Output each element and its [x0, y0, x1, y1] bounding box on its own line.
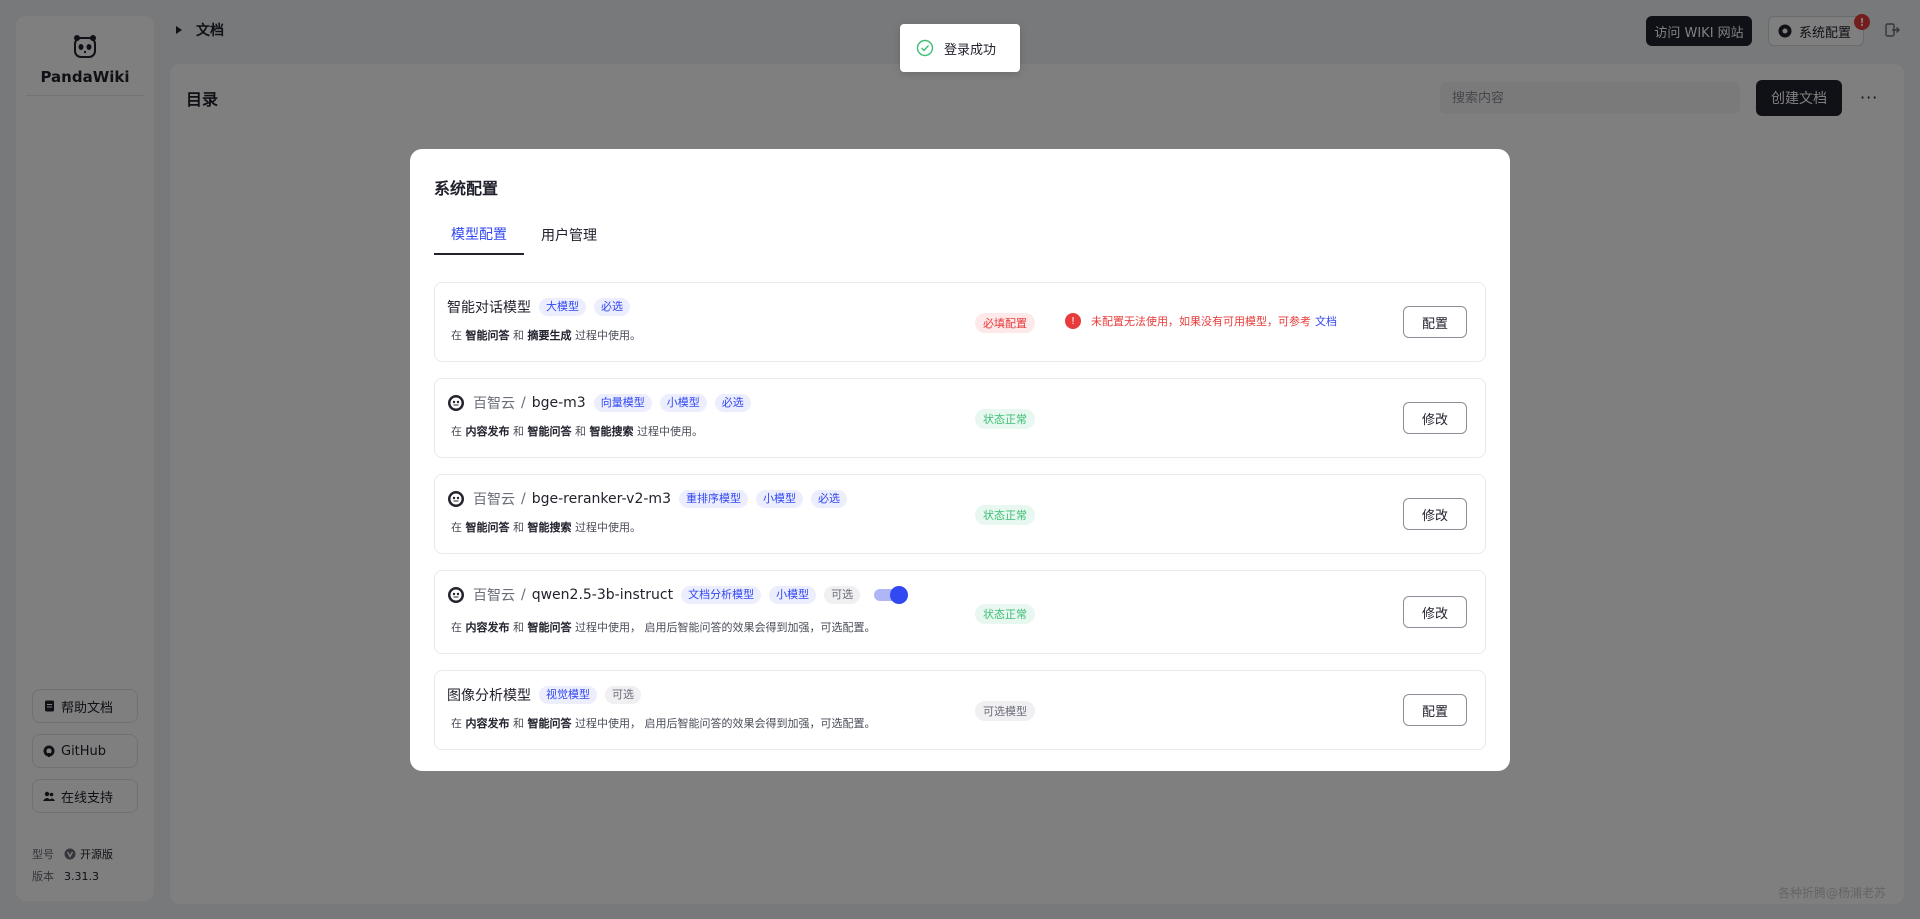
tag: 必选: [810, 490, 847, 508]
model-description: 在 内容发布 和 智能问答 和 智能搜索 过程中使用。: [451, 425, 703, 438]
tag: 必选: [714, 394, 751, 412]
dialog-title: 系统配置: [434, 179, 499, 198]
provider-name: 百智云: [473, 396, 515, 412]
error-icon: !: [1065, 313, 1081, 329]
model-description: 在 内容发布 和 智能问答 过程中使用， 启用后智能问答的效果会得到加强，可选配…: [451, 717, 876, 730]
baizhiyun-icon: [448, 587, 464, 603]
model-name: bge-reranker-v2-m3: [531, 491, 671, 507]
tag: 小模型: [769, 586, 817, 604]
tag: 重排序模型: [678, 490, 748, 508]
tag: 必选: [594, 298, 630, 316]
check-circle-icon: [916, 39, 934, 57]
status-badge: 可选模型: [975, 701, 1035, 721]
tag: 可选: [824, 586, 861, 604]
modify-button[interactable]: 修改: [1403, 596, 1467, 628]
tag: 视觉模型: [539, 686, 597, 704]
model-type-name: 图像分析模型: [447, 688, 531, 704]
model-description: 在 智能问答 和 摘要生成 过程中使用。: [451, 329, 641, 342]
model-name: bge-m3: [531, 395, 586, 411]
tag: 可选: [605, 686, 641, 704]
toast-success: 登录成功: [900, 24, 1020, 72]
baizhiyun-icon: [448, 395, 464, 411]
baizhiyun-icon: [448, 491, 464, 507]
tag: 文档分析模型: [681, 586, 762, 604]
model-row-image-analysis: 图像分析模型 视觉模型 可选 在 内容发布 和 智能问答 过程中使用， 启用后智…: [434, 670, 1486, 750]
model-type-name: 智能对话模型: [447, 300, 531, 316]
docs-link[interactable]: 文档: [1315, 313, 1337, 329]
provider-name: 百智云: [473, 492, 515, 508]
status-badge: 状态正常: [975, 505, 1035, 525]
status-badge: 必填配置: [975, 313, 1035, 333]
configure-button[interactable]: 配置: [1403, 694, 1467, 726]
warning-message: ! 未配置无法使用，如果没有可用模型，可参考 文档: [1065, 313, 1337, 329]
toggle-knob: [890, 586, 909, 604]
tab-model-config[interactable]: 模型配置: [434, 215, 524, 255]
tag: 小模型: [659, 394, 707, 412]
status-badge: 状态正常: [975, 604, 1035, 624]
model-name: qwen2.5-3b-instruct: [531, 587, 674, 603]
model-row-chat: 智能对话模型 大模型 必选 在 智能问答 和 摘要生成 过程中使用。 必填配置 …: [434, 282, 1486, 362]
model-row-reranker: 百智云 / bge-reranker-v2-m3 重排序模型 小模型 必选 在 …: [434, 474, 1486, 554]
modify-button[interactable]: 修改: [1403, 498, 1467, 530]
model-row-embedding: 百智云 / bge-m3 向量模型 小模型 必选 在 内容发布 和 智能问答 和…: [434, 378, 1486, 458]
system-config-dialog: 系统配置 模型配置 用户管理 智能对话模型 大模型 必选 在 智能问答 和 摘要…: [410, 149, 1510, 771]
model-description: 在 智能问答 和 智能搜索 过程中使用。: [451, 521, 641, 534]
toast-text: 登录成功: [944, 42, 997, 58]
configure-button[interactable]: 配置: [1403, 306, 1467, 338]
status-badge: 状态正常: [975, 409, 1035, 429]
tab-user-management[interactable]: 用户管理: [524, 215, 614, 255]
tag: 小模型: [755, 490, 803, 508]
model-row-doc-analysis: 百智云 / qwen2.5-3b-instruct 文档分析模型 小模型 可选 …: [434, 570, 1486, 654]
modify-button[interactable]: 修改: [1403, 402, 1467, 434]
enable-toggle[interactable]: [874, 586, 909, 604]
model-description: 在 内容发布 和 智能问答 过程中使用， 启用后智能问答的效果会得到加强，可选配…: [451, 621, 876, 634]
provider-name: 百智云: [473, 588, 515, 604]
tag: 向量模型: [593, 394, 652, 412]
tab-bar: 模型配置 用户管理: [434, 215, 614, 255]
tag: 大模型: [539, 298, 586, 316]
